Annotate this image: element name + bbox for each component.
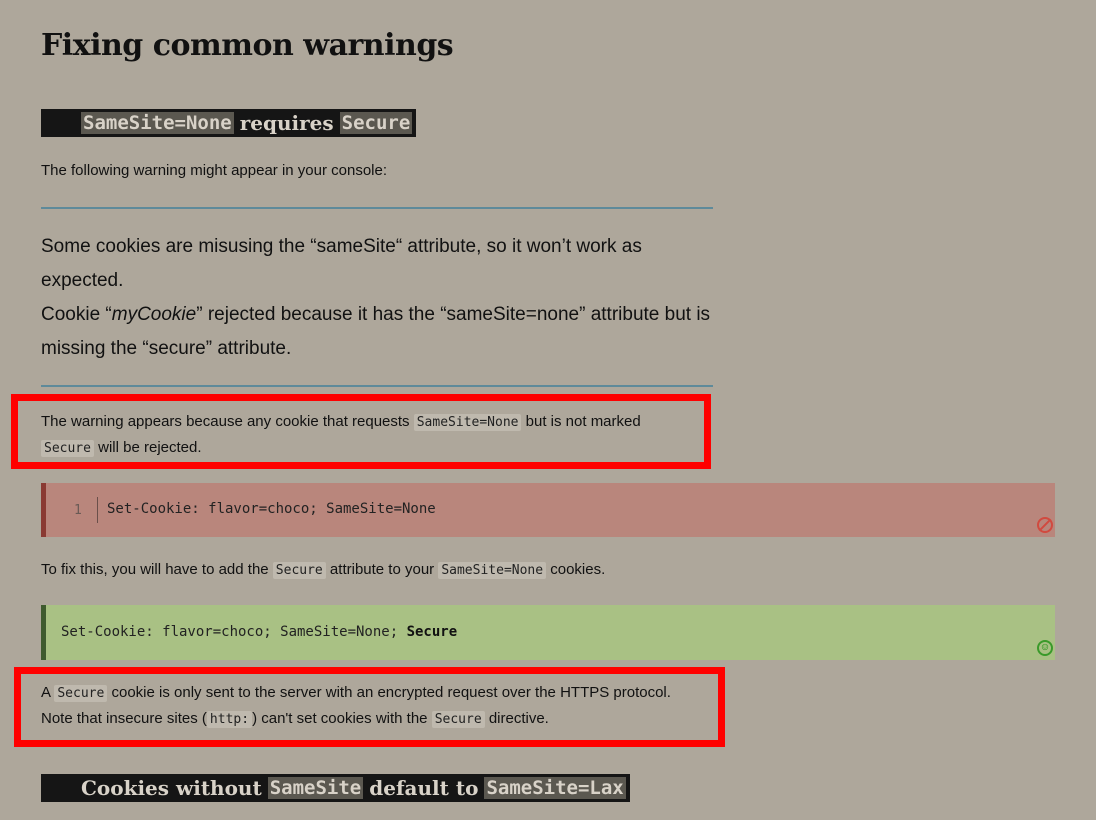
fix-paragraph: To fix this, you will have to add the Se…	[41, 557, 605, 583]
heading-code-secure: Secure	[339, 112, 413, 134]
intro-text: The following warning might appear in yo…	[41, 162, 388, 179]
divider-bottom	[41, 385, 713, 387]
bad-code-example[interactable]: 1 Set-Cookie: flavor=choco; SameSite=Non…	[41, 483, 1055, 537]
warning-line-1: Some cookies are misusing the “sameSite“…	[41, 236, 642, 291]
divider-top	[41, 207, 713, 209]
line-number: 1	[74, 503, 82, 518]
fix-text-2: attribute to your	[325, 561, 439, 578]
smiley-icon: ☺	[1037, 640, 1053, 656]
heading-code-samesite: SameSite	[267, 777, 364, 799]
warning-cookie-name: myCookie	[111, 304, 197, 325]
highlight-box-secure-note	[14, 667, 725, 747]
warning-line-2-pre: Cookie “	[41, 304, 112, 325]
heading-code-samesite-none: SameSite=None	[81, 112, 234, 134]
good-code-plain: Set-Cookie: flavor=choco; SameSite=None;	[61, 624, 407, 640]
good-code-secure: Secure	[406, 624, 458, 640]
inline-code-secure: Secure	[272, 562, 326, 579]
good-code-example[interactable]: Set-Cookie: flavor=choco; SameSite=None;…	[41, 605, 1055, 660]
heading-text-default-to: default to	[369, 776, 479, 800]
heading-code-samesite-lax: SameSite=Lax	[484, 777, 626, 799]
inline-code-samesite-none: SameSite=None	[438, 562, 547, 579]
highlight-box-explain	[11, 394, 711, 469]
fix-text-3: cookies.	[546, 561, 606, 578]
section-heading-default-lax[interactable]: Cookies without SameSite default to SameSit…	[41, 774, 630, 802]
bad-code-text: Set-Cookie: flavor=choco; SameSite=None	[107, 501, 436, 517]
heading-text-cookies-without: Cookies without	[81, 776, 262, 800]
prohibited-icon	[1037, 517, 1053, 533]
console-warning-quote: Some cookies are misusing the “sameSite“…	[41, 230, 721, 366]
section-heading-samesite-none[interactable]: SameSite=None requires Secure	[41, 109, 417, 137]
good-code-text: Set-Cookie: flavor=choco; SameSite=None;…	[61, 624, 457, 640]
heading-text-requires: requires	[239, 111, 334, 135]
fix-text-1: To fix this, you will have to add the	[41, 561, 273, 578]
page-title: Fixing common warnings	[41, 28, 454, 63]
warning-line-2: Cookie “myCookie” rejected because it ha…	[41, 298, 721, 366]
gutter-separator	[97, 497, 98, 523]
